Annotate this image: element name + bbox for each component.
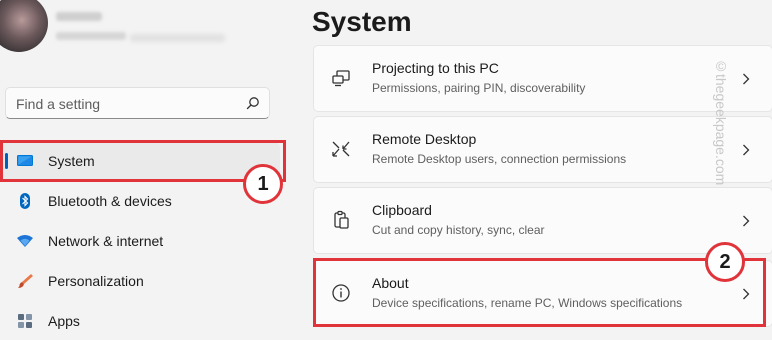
sidebar-item-label: Bluetooth & devices xyxy=(48,193,172,209)
wifi-icon xyxy=(17,235,33,247)
sidebar-item-bluetooth[interactable]: Bluetooth & devices xyxy=(0,182,280,220)
sidebar-item-label: Apps xyxy=(48,313,80,329)
card-clipboard[interactable]: Clipboard Cut and copy history, sync, cl… xyxy=(313,187,772,254)
card-description: Cut and copy history, sync, clear xyxy=(372,223,545,237)
sidebar-item-network[interactable]: Network & internet xyxy=(0,222,280,260)
highlight-box-about xyxy=(313,258,766,327)
sidebar-item-apps[interactable]: Apps xyxy=(0,302,280,340)
user-email-blurred xyxy=(56,32,126,40)
watermark: ©thegeekpage.com xyxy=(713,58,729,186)
remote-desktop-icon xyxy=(332,141,350,157)
highlight-box-system xyxy=(0,140,286,182)
search-placeholder: Find a setting xyxy=(16,96,101,112)
chevron-right-icon xyxy=(743,73,750,85)
page-title: System xyxy=(312,6,412,37)
user-avatar[interactable] xyxy=(0,0,48,52)
projector-icon xyxy=(332,70,350,87)
card-title: Clipboard xyxy=(372,202,432,218)
chevron-right-icon xyxy=(743,215,750,227)
user-email-extra-blurred xyxy=(130,34,225,42)
search-input[interactable]: Find a setting xyxy=(5,87,270,119)
card-title: Projecting to this PC xyxy=(372,60,499,76)
card-description: Permissions, pairing PIN, discoverabilit… xyxy=(372,81,586,95)
sidebar-item-label: Personalization xyxy=(48,273,144,289)
card-remote-desktop[interactable]: Remote Desktop Remote Desktop users, con… xyxy=(313,116,772,183)
sidebar-item-personalization[interactable]: Personalization xyxy=(0,262,280,300)
card-title: Remote Desktop xyxy=(372,131,477,147)
sidebar-item-label: Network & internet xyxy=(48,233,164,249)
step-badge-1: 1 xyxy=(243,164,283,204)
apps-icon xyxy=(18,314,32,328)
bluetooth-icon xyxy=(20,193,30,209)
card-projecting[interactable]: Projecting to this PC Permissions, pairi… xyxy=(313,45,772,112)
card-description: Remote Desktop users, connection permiss… xyxy=(372,152,627,166)
chevron-right-icon xyxy=(743,144,750,156)
clipboard-icon xyxy=(334,210,349,229)
search-icon[interactable] xyxy=(246,96,260,110)
brush-icon xyxy=(18,274,33,288)
user-name-blurred xyxy=(56,12,102,21)
step-badge-2: 2 xyxy=(705,242,745,282)
